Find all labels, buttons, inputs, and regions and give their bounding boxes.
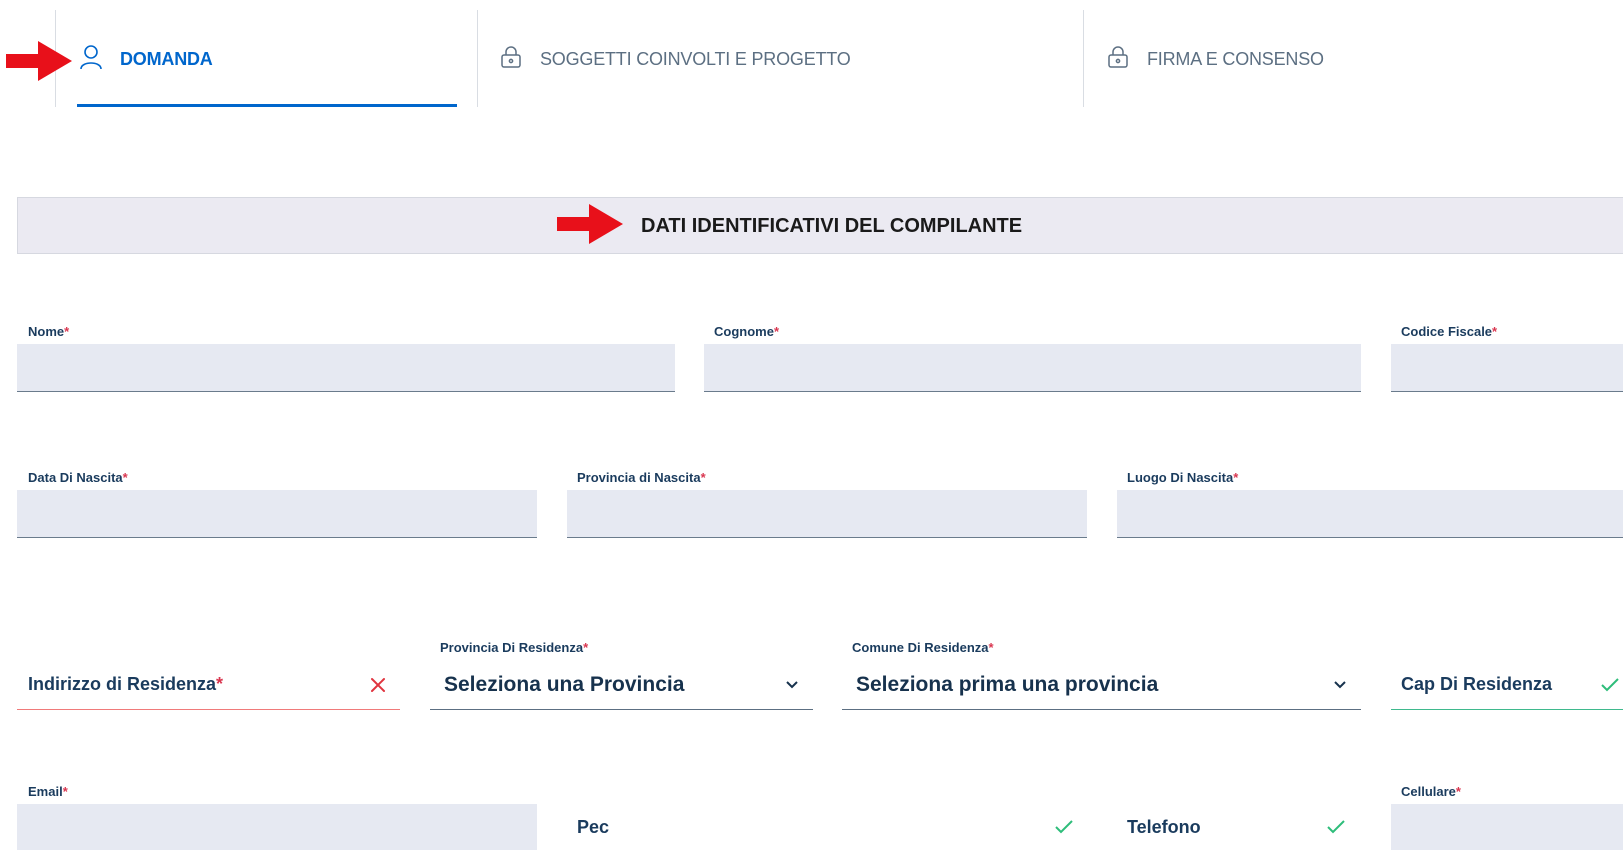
pec-label[interactable]: Pec (577, 817, 609, 838)
data-nascita-label: Data Di Nascita* (28, 470, 128, 485)
codice-fiscale-label: Codice Fiscale* (1401, 324, 1498, 339)
cellulare-input[interactable] (1391, 804, 1623, 850)
tab-divider (477, 10, 478, 107)
tab-soggetti-coinvolti[interactable]: SOGGETTI COINVOLTI E PROGETTO (500, 46, 851, 73)
tab-label: SOGGETTI COINVOLTI E PROGETTO (540, 49, 851, 69)
provincia-nascita-input[interactable] (567, 490, 1087, 538)
section-title: DATI IDENTIFICATIVI DEL COMPILANTE (641, 215, 1023, 237)
lock-icon (1107, 46, 1129, 73)
cellulare-label: Cellulare* (1401, 784, 1461, 799)
cap-residenza-label: Cap Di Residenza (1401, 674, 1553, 694)
check-icon (1327, 820, 1345, 839)
tab-label: FIRMA E CONSENSO (1147, 49, 1324, 69)
cognome-input[interactable] (704, 344, 1361, 392)
comune-residenza-value: Seleziona prima una provincia (856, 672, 1159, 696)
provincia-residenza-select[interactable]: Seleziona una Provincia (430, 660, 813, 710)
codice-fiscale-input[interactable] (1391, 344, 1623, 392)
tab-divider (1083, 10, 1084, 107)
provincia-residenza-label: Provincia Di Residenza* (440, 640, 589, 655)
cognome-label: Cognome* (714, 324, 780, 339)
tab-domanda[interactable]: DOMANDA (80, 44, 213, 75)
tab-label: DOMANDA (120, 49, 213, 69)
provincia-residenza-value: Seleziona una Provincia (444, 672, 685, 696)
tab-firma-consenso[interactable]: FIRMA E CONSENSO (1107, 46, 1324, 73)
comune-residenza-select[interactable]: Seleziona prima una provincia (842, 660, 1361, 710)
provincia-nascita-label: Provincia di Nascita* (577, 470, 706, 485)
check-icon (1601, 677, 1619, 692)
annotation-arrow (557, 204, 623, 244)
nome-label: Nome* (28, 324, 70, 339)
indirizzo-residenza-field[interactable]: Indirizzo di Residenza* (17, 660, 400, 710)
annotation-arrow (6, 41, 72, 81)
nome-input[interactable] (17, 344, 675, 392)
cap-residenza-field[interactable]: Cap Di Residenza (1391, 660, 1623, 710)
chevron-down-icon (785, 680, 799, 690)
error-x-icon (370, 677, 386, 693)
lock-icon (500, 46, 522, 73)
email-input[interactable] (17, 804, 537, 850)
luogo-nascita-input[interactable] (1117, 490, 1623, 538)
check-icon (1055, 820, 1073, 839)
telefono-label[interactable]: Telefono (1127, 817, 1201, 838)
comune-residenza-label: Comune Di Residenza* (852, 640, 994, 655)
indirizzo-residenza-label: Indirizzo di Residenza* (28, 674, 224, 694)
data-nascita-input[interactable] (17, 490, 537, 538)
user-icon (80, 44, 102, 75)
chevron-down-icon (1333, 680, 1347, 690)
email-label: Email* (28, 784, 68, 799)
active-tab-indicator (77, 104, 457, 107)
luogo-nascita-label: Luogo Di Nascita* (1127, 470, 1239, 485)
